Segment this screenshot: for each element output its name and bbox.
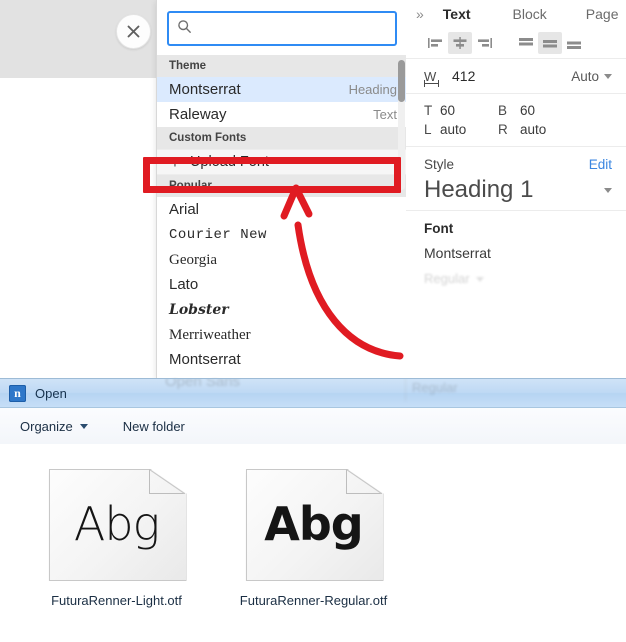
font-name: Merriweather xyxy=(169,326,251,343)
new-folder-label: New folder xyxy=(122,418,185,434)
organize-label: Organize xyxy=(20,418,73,434)
tab-page[interactable]: Page xyxy=(586,6,619,22)
width-icon: W xyxy=(424,68,444,87)
style-section: Style Edit Heading 1 xyxy=(406,147,626,211)
font-search-input[interactable] xyxy=(192,13,395,44)
spacing-top-key: T xyxy=(424,103,433,118)
file-name: FuturaRenner-Regular.otf xyxy=(239,593,388,608)
font-name: Courier New xyxy=(169,226,267,243)
font-section: Font Montserrat Regular xyxy=(406,211,626,294)
font-option-montserrat-popular[interactable]: Montserrat xyxy=(157,347,407,372)
valign-middle-icon[interactable] xyxy=(538,32,562,54)
group-header-theme: Theme xyxy=(157,55,407,77)
screen-root: Theme Montserrat Heading Raleway Text Cu… xyxy=(0,0,626,642)
tab-block[interactable]: Block xyxy=(513,6,547,22)
width-mode-label: Auto xyxy=(571,68,599,84)
alignment-toolbar xyxy=(406,28,626,59)
spacing-right-key: R xyxy=(498,122,508,137)
font-name: Montserrat xyxy=(169,80,241,98)
file-grid: Abg FuturaRenner-Light.otf Abg FuturaRen… xyxy=(0,444,626,608)
notepad-icon: n xyxy=(9,384,26,402)
spacing-bottom-key: B xyxy=(498,103,508,118)
chevron-down-icon xyxy=(604,187,612,193)
chevron-down-icon xyxy=(475,277,484,283)
style-value: Heading 1 xyxy=(424,176,534,203)
ghost-open-sans: Open Sans xyxy=(165,378,241,390)
valign-bottom-icon[interactable] xyxy=(562,32,586,54)
font-name: Montserrat xyxy=(169,350,241,368)
upload-font-button[interactable]: + Upload Font xyxy=(157,149,407,175)
dialog-titlebar: Open Sans Regular n Open xyxy=(0,379,626,408)
font-weight-value: Regular xyxy=(424,271,470,286)
width-value[interactable]: 412 xyxy=(452,68,475,84)
font-picker-dropdown: Theme Montserrat Heading Raleway Text Cu… xyxy=(156,0,408,378)
chevron-down-icon xyxy=(79,423,88,429)
font-current-value[interactable]: Montserrat xyxy=(424,245,612,261)
align-right-icon[interactable] xyxy=(472,32,496,54)
spacing-row: T 60 B 60 L auto R auto xyxy=(406,94,626,147)
dialog-title: Open xyxy=(35,385,67,401)
width-mode-dropdown[interactable]: Auto xyxy=(571,69,612,84)
align-center-icon[interactable] xyxy=(448,32,472,54)
font-name: Lobster xyxy=(169,301,229,318)
font-option-lato[interactable]: Lato xyxy=(157,272,407,297)
otf-file-icon: Abg xyxy=(245,469,384,581)
width-row: W 412 Auto xyxy=(406,59,626,94)
font-section-label: Font xyxy=(424,221,454,236)
style-dropdown[interactable]: Heading 1 xyxy=(424,176,612,204)
font-name: Raleway xyxy=(169,105,227,123)
group-header-popular: Popular xyxy=(157,175,407,197)
font-search-wrapper xyxy=(157,0,407,55)
group-header-custom-fonts: Custom Fonts xyxy=(157,127,407,149)
font-option-lobster[interactable]: Lobster xyxy=(157,297,407,322)
ghost-regular: Regular xyxy=(412,380,458,395)
font-option-raleway[interactable]: Raleway Text xyxy=(157,102,407,127)
dialog-translucent-backdrop: Open Sans Regular xyxy=(0,379,626,407)
font-role-tag: Text xyxy=(373,107,397,122)
properties-tabs: » Text Block Page xyxy=(406,0,626,28)
style-edit-link[interactable]: Edit xyxy=(589,157,612,172)
file-name: FuturaRenner-Light.otf xyxy=(51,593,182,608)
spacing-left-value[interactable]: auto xyxy=(440,122,498,137)
file-item-futurarenner-regular[interactable]: Abg FuturaRenner-Regular.otf xyxy=(215,469,412,608)
font-option-courier-new[interactable]: Courier New xyxy=(157,222,407,247)
spacing-left-key: L xyxy=(424,122,432,137)
font-role-tag: Heading xyxy=(348,82,397,97)
dropdown-scrollbar-thumb[interactable] xyxy=(398,60,405,102)
font-weight-dropdown[interactable]: Regular xyxy=(424,271,612,286)
font-name: Lato xyxy=(169,275,199,293)
font-search-box[interactable] xyxy=(167,11,397,46)
dialog-toolbar: Organize New folder xyxy=(0,408,626,445)
chevron-double-right-icon[interactable]: » xyxy=(416,6,424,22)
font-preview-glyphs: Abg xyxy=(264,497,363,551)
font-option-arial[interactable]: Arial xyxy=(157,197,407,222)
font-option-merriweather[interactable]: Merriweather xyxy=(157,322,407,347)
tab-text[interactable]: Text xyxy=(443,6,471,22)
style-label: Style xyxy=(424,157,455,172)
upload-font-label: Upload Font xyxy=(189,154,269,170)
spacing-bottom-value[interactable]: 60 xyxy=(520,103,612,118)
spacing-top-value[interactable]: 60 xyxy=(440,103,498,118)
font-preview-glyphs: Abg xyxy=(73,497,160,551)
font-option-georgia[interactable]: Georgia xyxy=(157,247,407,272)
align-left-icon[interactable] xyxy=(424,32,448,54)
otf-file-icon: Abg xyxy=(48,469,187,581)
file-item-futurarenner-light[interactable]: Abg FuturaRenner-Light.otf xyxy=(18,469,215,608)
editor-canvas-body xyxy=(0,78,156,378)
organize-button[interactable]: Organize xyxy=(20,419,88,434)
dialog-file-area: Abg FuturaRenner-Light.otf Abg FuturaRen… xyxy=(0,444,626,642)
font-name: Arial xyxy=(169,200,200,218)
font-name: Georgia xyxy=(169,251,218,268)
width-key: W xyxy=(424,68,437,84)
close-icon[interactable] xyxy=(116,14,151,49)
new-folder-button[interactable]: New folder xyxy=(123,419,185,434)
valign-top-icon[interactable] xyxy=(514,32,538,54)
search-icon xyxy=(177,19,192,39)
spacing-right-value[interactable]: auto xyxy=(520,122,612,137)
open-file-dialog: Open Sans Regular n Open Organize New fo… xyxy=(0,378,626,642)
chevron-down-icon xyxy=(604,74,612,80)
font-option-montserrat-theme[interactable]: Montserrat Heading xyxy=(157,77,407,102)
plus-icon: + xyxy=(170,152,180,172)
properties-panel: » Text Block Page W 412 Auto T 60 B 60 L… xyxy=(406,0,626,378)
